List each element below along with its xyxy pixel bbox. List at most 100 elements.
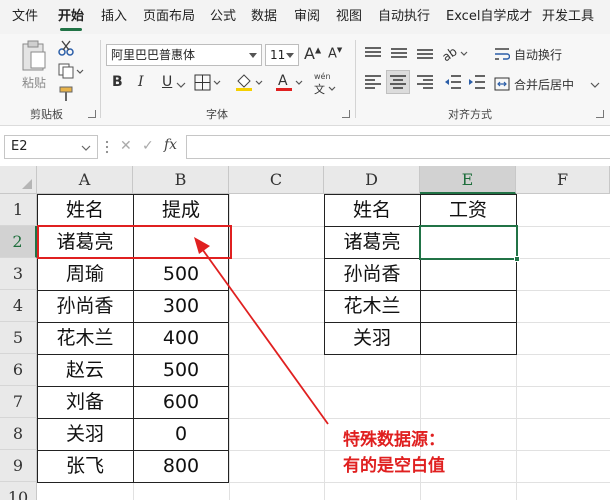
tab-developer[interactable]: 开发工具	[542, 0, 594, 34]
name-box-value: E2	[11, 139, 28, 154]
cell-b8[interactable]: 0	[133, 418, 229, 450]
shrink-font-button[interactable]: A▼	[328, 46, 342, 61]
row-header-1[interactable]: 1	[0, 194, 37, 226]
font-group-label: 字体	[206, 108, 228, 121]
merge-center-button[interactable]: 合并后居中	[494, 74, 606, 94]
grow-font-button[interactable]: A▲	[304, 44, 321, 63]
cell-d2[interactable]: 诸葛亮	[324, 226, 420, 258]
cell-b6[interactable]: 500	[133, 354, 229, 386]
decrease-indent-icon[interactable]	[444, 74, 462, 90]
row-header-8[interactable]: 8	[0, 418, 37, 450]
column-header-d[interactable]: D	[324, 166, 420, 194]
font-name-select[interactable]: 阿里巴巴普惠体	[106, 44, 262, 66]
cell-b9[interactable]: 800	[133, 450, 229, 482]
row-header-9[interactable]: 9	[0, 450, 37, 482]
fill-handle[interactable]	[514, 256, 520, 262]
tab-page-layout[interactable]: 页面布局	[143, 0, 195, 34]
cell-a3[interactable]: 周瑜	[37, 258, 133, 290]
italic-button[interactable]: I	[138, 74, 144, 90]
svg-text:文: 文	[314, 82, 325, 96]
tab-view[interactable]: 视图	[336, 0, 362, 34]
cell-b5[interactable]: 400	[133, 322, 229, 354]
tab-automate[interactable]: 自动执行	[378, 0, 430, 34]
font-size-value: 11	[270, 48, 286, 62]
cell-e3[interactable]	[420, 258, 516, 290]
row-header-2[interactable]: 2	[0, 226, 37, 258]
borders-icon[interactable]	[194, 74, 224, 92]
tab-file[interactable]: 文件	[12, 0, 38, 34]
column-header-e[interactable]: E	[420, 166, 516, 194]
tab-insert[interactable]: 插入	[101, 0, 127, 34]
cell-e1[interactable]: 工资	[420, 194, 516, 226]
row-header-5[interactable]: 5	[0, 322, 37, 354]
formula-bar: E2 ✕ ✓ fx	[0, 134, 610, 160]
row-header-3[interactable]: 3	[0, 258, 37, 290]
clipboard-launcher-icon[interactable]	[88, 110, 96, 118]
row-header-6[interactable]: 6	[0, 354, 37, 386]
underline-button[interactable]: U	[162, 74, 172, 90]
cell-a9[interactable]: 张飞	[37, 450, 133, 482]
cell-b1[interactable]: 提成	[133, 194, 229, 226]
cell-a5[interactable]: 花木兰	[37, 322, 133, 354]
align-bottom-icon[interactable]	[416, 46, 434, 60]
column-header-c[interactable]: C	[229, 166, 324, 194]
cell-e5[interactable]	[420, 322, 516, 354]
group-divider	[100, 40, 101, 118]
name-box[interactable]: E2	[4, 135, 98, 159]
formula-value	[187, 140, 193, 155]
cell-a7[interactable]: 刘备	[37, 386, 133, 418]
tab-review[interactable]: 审阅	[294, 0, 320, 34]
cancel-button[interactable]: ✕	[120, 138, 132, 154]
alignment-launcher-icon[interactable]	[596, 110, 604, 118]
select-all-icon	[22, 179, 32, 189]
cell-b7[interactable]: 600	[133, 386, 229, 418]
paste-button[interactable]: 粘贴	[14, 40, 54, 92]
wrap-text-button[interactable]: 自动换行	[494, 44, 604, 64]
cell-b4[interactable]: 300	[133, 290, 229, 322]
font-launcher-icon[interactable]	[342, 110, 350, 118]
column-header-b[interactable]: B	[133, 166, 229, 194]
cell-a1[interactable]: 姓名	[37, 194, 133, 226]
orientation-icon[interactable]: ab	[442, 44, 470, 62]
row-header-4[interactable]: 4	[0, 290, 37, 322]
copy-icon[interactable]	[58, 63, 84, 79]
align-top-icon[interactable]	[364, 46, 382, 60]
row-header-7[interactable]: 7	[0, 386, 37, 418]
cell-b3[interactable]: 500	[133, 258, 229, 290]
cell-a4[interactable]: 孙尚香	[37, 290, 133, 322]
cell-d4[interactable]: 花木兰	[324, 290, 420, 322]
format-painter-icon[interactable]	[58, 85, 76, 103]
align-left-icon[interactable]	[364, 74, 382, 90]
tab-data[interactable]: 数据	[251, 0, 277, 34]
underline-dropdown-icon[interactable]	[176, 80, 186, 90]
tab-home[interactable]: 开始	[58, 0, 84, 34]
increase-indent-icon[interactable]	[468, 74, 486, 90]
cell-e4[interactable]	[420, 290, 516, 322]
tab-formulas[interactable]: 公式	[210, 0, 236, 34]
column-header-a[interactable]: A	[37, 166, 133, 194]
cell-a8[interactable]: 关羽	[37, 418, 133, 450]
tab-excel-self-study[interactable]: Excel自学成才	[446, 0, 532, 34]
confirm-button[interactable]: ✓	[142, 138, 154, 154]
insert-function-button[interactable]: fx	[164, 137, 177, 153]
phonetic-button[interactable]: wén	[314, 72, 331, 81]
align-middle-icon[interactable]	[390, 46, 408, 60]
align-center-button[interactable]	[386, 70, 410, 94]
bold-button[interactable]: B	[112, 74, 123, 90]
font-size-select[interactable]: 11	[265, 44, 299, 66]
row-header-10[interactable]: 10	[0, 482, 37, 500]
column-header-f[interactable]: F	[516, 166, 610, 194]
cell-d1[interactable]: 姓名	[324, 194, 420, 226]
active-cell-selection[interactable]	[419, 225, 518, 260]
fill-color-icon[interactable]	[234, 72, 266, 92]
font-color-icon[interactable]: A	[274, 72, 306, 92]
cell-a6[interactable]: 赵云	[37, 354, 133, 386]
cut-icon[interactable]	[58, 40, 74, 56]
select-all-corner[interactable]	[0, 166, 37, 194]
chevron-down-icon	[249, 53, 257, 58]
cell-d5[interactable]: 关羽	[324, 322, 420, 354]
formula-input[interactable]	[186, 135, 610, 159]
cell-d3[interactable]: 孙尚香	[324, 258, 420, 290]
align-right-icon[interactable]	[416, 74, 434, 90]
wrap-text-icon	[495, 48, 510, 60]
